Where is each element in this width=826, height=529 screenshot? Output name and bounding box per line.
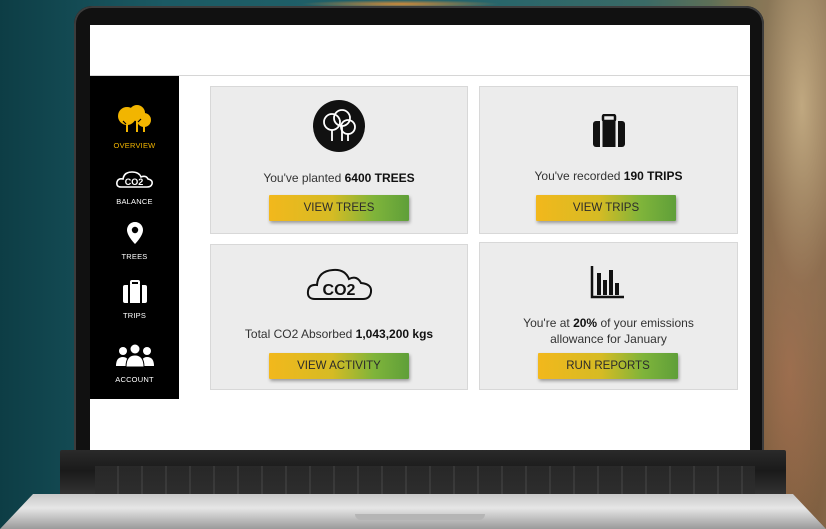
co2-absorbed-value: 1,043,200 kgs [355,327,434,341]
map-pin-icon [126,222,143,244]
sidebar-item-label: ACCOUNT [115,375,154,384]
activity-summary: Total CO2 Absorbed 1,043,200 kgs [244,327,434,341]
suitcase-icon [593,114,625,147]
sidebar-item-trips[interactable]: TRIPS [90,280,179,320]
emissions-percent: 20% [573,316,598,330]
svg-text:CO2: CO2 [124,177,143,187]
overview-content: You've planted 6400 TREES VIEW TREES You… [179,76,750,450]
co2-icon-text: CO2 [323,282,356,299]
sidebar-item-label: TRIPS [122,311,147,320]
bar-chart-icon [590,266,624,299]
view-trips-button[interactable]: VIEW TRIPS [536,195,676,221]
top-bar [90,25,750,76]
laptop-notch [355,514,485,520]
sidebar-item-label: OVERVIEW [113,141,156,150]
sidebar-item-label: TREES [121,252,148,261]
trees-icon [117,105,151,132]
sidebar-item-trees[interactable]: TREES [90,221,179,261]
view-activity-button[interactable]: VIEW ACTIVITY [269,353,409,379]
trees-summary: You've planted 6400 TREES [263,171,415,185]
run-reports-button[interactable]: RUN REPORTS [538,353,678,379]
sidebar-item-overview[interactable]: OVERVIEW [90,104,179,150]
trips-count: 190 TRIPS [623,169,683,183]
sidebar: OVERVIEW CO2 BALANCE TREES TRIPS ACCOUNT [90,76,179,399]
co2-cloud-icon: CO2 [306,268,373,300]
activity-card: CO2 Total CO2 Absorbed 1,043,200 kgs VIE… [210,244,468,390]
sidebar-item-balance[interactable]: CO2 BALANCE [90,168,179,206]
keyboard [95,466,755,494]
trees-count: 6400 TREES [344,171,415,185]
users-icon [115,344,154,368]
co2-cloud-icon: CO2 [115,171,153,188]
sidebar-item-label: BALANCE [116,197,153,206]
trips-card: You've recorded 190 TRIPS VIEW TRIPS [479,86,738,234]
reports-summary: You're at 20% of your emissions allowanc… [523,316,694,346]
laptop-screen: OVERVIEW CO2 BALANCE TREES TRIPS ACCOUNT… [90,25,750,450]
trees-card: You've planted 6400 TREES VIEW TREES [210,86,468,234]
suitcase-icon [122,280,147,303]
trips-summary: You've recorded 190 TRIPS [534,169,683,183]
sidebar-item-account[interactable]: ACCOUNT [90,344,179,384]
reports-card: You're at 20% of your emissions allowanc… [479,242,738,390]
view-trees-button[interactable]: VIEW TREES [269,195,409,221]
laptop-lip [0,494,826,529]
trees-circle-icon [313,100,365,152]
